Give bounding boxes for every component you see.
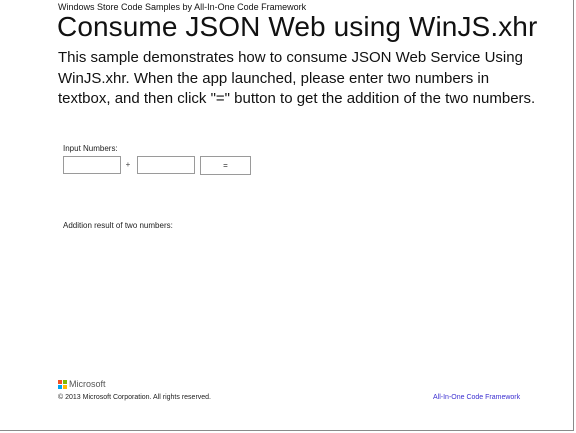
copyright-text: © 2013 Microsoft Corporation. All rights… bbox=[58, 394, 212, 401]
addition-result-label: Addition result of two numbers: bbox=[63, 221, 173, 230]
app-window: Windows Store Code Samples by All-In-One… bbox=[0, 0, 574, 431]
all-in-one-code-framework-link[interactable]: All-In-One Code Framework bbox=[433, 393, 520, 402]
microsoft-logo-icon bbox=[58, 380, 67, 389]
plus-sign: + bbox=[125, 160, 131, 169]
microsoft-logo: Microsoft bbox=[58, 379, 106, 390]
second-number-input[interactable] bbox=[137, 156, 195, 174]
equals-button[interactable]: = bbox=[200, 156, 251, 175]
first-number-input[interactable] bbox=[63, 156, 121, 174]
microsoft-brand-text: Microsoft bbox=[69, 379, 106, 389]
sample-description: This sample demonstrates how to consume … bbox=[58, 49, 536, 107]
page-title: Consume JSON Web using WinJS.xhr bbox=[57, 11, 538, 42]
input-numbers-label: Input Numbers: bbox=[63, 144, 118, 153]
